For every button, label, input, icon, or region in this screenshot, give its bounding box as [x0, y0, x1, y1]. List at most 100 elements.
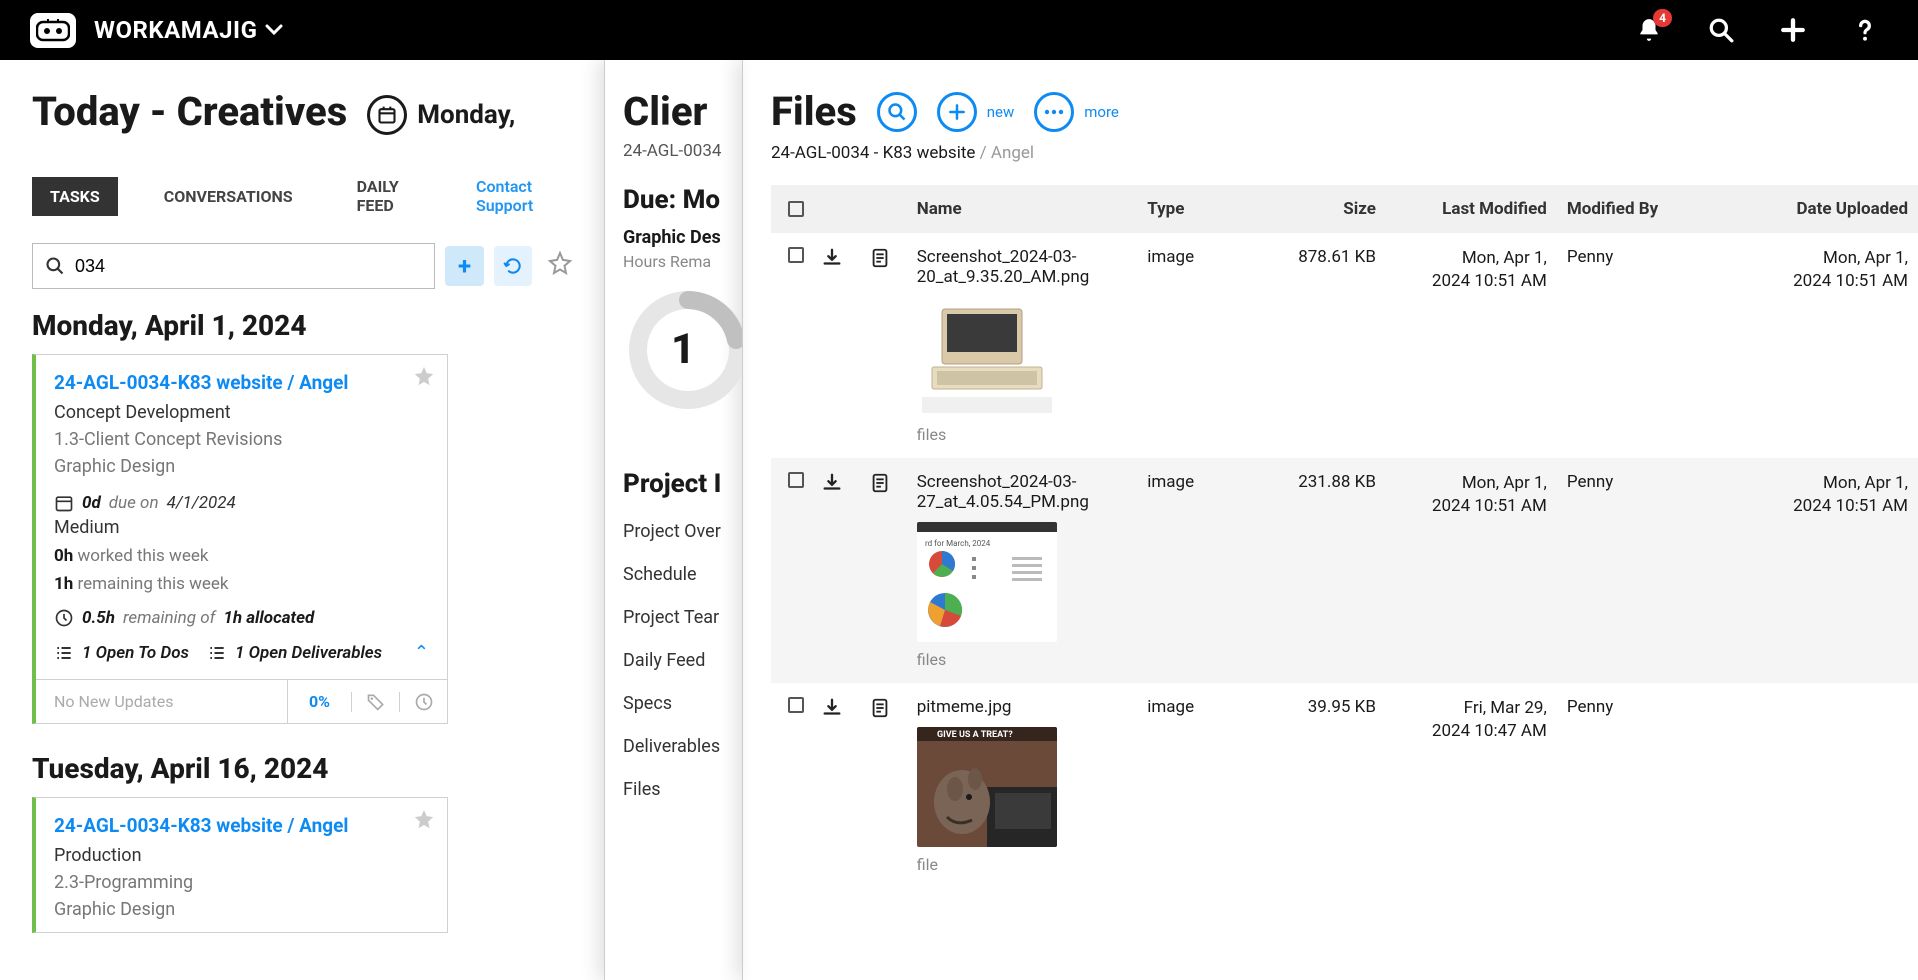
alloc-total: 1h allocated [223, 608, 314, 628]
task-card[interactable]: 24-AGL-0034-K83 website / Angel Concept … [32, 354, 448, 724]
download-icon[interactable] [821, 472, 869, 669]
col-date-uploaded[interactable]: Date Uploaded [1751, 199, 1918, 219]
nav-project-team[interactable]: Project Tear [623, 607, 742, 628]
nav-deliverables[interactable]: Deliverables [623, 736, 742, 757]
task-search-box[interactable] [32, 243, 435, 289]
tab-daily-feed[interactable]: DAILY FEED [339, 167, 430, 225]
download-icon[interactable] [821, 247, 869, 444]
notifications-icon[interactable]: 4 [1636, 17, 1662, 43]
calendar-icon[interactable] [367, 95, 407, 135]
tab-contact-support[interactable]: Contact Support [458, 167, 572, 225]
file-size: 878.61 KB [1267, 247, 1392, 444]
files-more-button[interactable] [1034, 92, 1074, 132]
search-icon [45, 256, 65, 276]
tab-conversations[interactable]: CONVERSATIONS [146, 177, 311, 216]
nav-schedule[interactable]: Schedule [623, 564, 742, 585]
svg-text:GIVE US A TREAT?: GIVE US A TREAT? [937, 730, 1013, 740]
col-size[interactable]: Size [1267, 199, 1392, 219]
task-service: Graphic Design [54, 899, 429, 920]
col-name[interactable]: Name [917, 199, 1148, 219]
file-row[interactable]: Screenshot_2024-03-20_at_9.35.20_AM.png … [771, 233, 1918, 458]
list-icon [207, 643, 227, 663]
star-icon[interactable] [413, 808, 435, 836]
file-row[interactable]: pitmeme.jpg GIVE US A TREAT? [771, 683, 1918, 888]
row-checkbox[interactable] [788, 247, 804, 263]
col-type[interactable]: Type [1147, 199, 1267, 219]
remaining-label: remaining this week [78, 574, 229, 594]
tab-tasks[interactable]: TASKS [32, 177, 118, 216]
task-phase: Concept Development [54, 402, 429, 423]
document-icon[interactable] [869, 247, 917, 444]
task-project-link[interactable]: 24-AGL-0034-K83 website / Angel [54, 814, 429, 837]
file-folder: file [917, 855, 1148, 874]
file-modified-date: Fri, Mar 29, [1392, 697, 1547, 720]
brand-dropdown-icon[interactable] [265, 21, 283, 40]
task-service: Graphic Design [54, 456, 429, 477]
no-updates-label: No New Updates [36, 692, 287, 711]
project-service: Graphic Des [623, 227, 742, 248]
task-search-input[interactable] [75, 256, 422, 277]
row-checkbox[interactable] [788, 697, 804, 713]
star-icon[interactable] [413, 365, 435, 393]
file-uploaded-date: Mon, Apr 1, [1751, 472, 1908, 495]
file-row[interactable]: Screenshot_2024-03-27_at_4.05.54_PM.png … [771, 458, 1918, 683]
files-new-button[interactable] [937, 92, 977, 132]
download-icon[interactable] [821, 697, 869, 874]
file-modified-time: 2024 10:51 AM [1392, 495, 1547, 518]
nav-daily-feed[interactable]: Daily Feed [623, 650, 742, 671]
tasks-tabs: TASKS CONVERSATIONS DAILY FEED Contact S… [32, 167, 572, 225]
project-breadcrumb[interactable]: 24-AGL-0034 [623, 141, 742, 161]
file-thumbnail[interactable]: rd for March, 2024 [917, 522, 1057, 642]
file-name[interactable]: Screenshot_2024-03-27_at_4.05.54_PM.png [917, 472, 1148, 512]
file-modified-time: 2024 10:51 AM [1392, 270, 1547, 293]
crumb-user[interactable]: Angel [991, 143, 1034, 163]
alloc-mid: remaining of [123, 608, 215, 628]
brand-name[interactable]: WORKAMAJIG [94, 16, 257, 44]
files-search-button[interactable] [877, 92, 917, 132]
file-name[interactable]: pitmeme.jpg [917, 697, 1148, 717]
file-thumbnail[interactable]: GIVE US A TREAT? [917, 727, 1057, 847]
list-icon [54, 643, 74, 663]
project-panel: Clier 24-AGL-0034 Due: Mo Graphic Des Ho… [604, 60, 742, 980]
file-modified-by: Penny [1567, 247, 1751, 444]
open-todos[interactable]: 1 Open To Dos [82, 643, 189, 663]
files-breadcrumb[interactable]: 24-AGL-0034 - K83 website / Angel [771, 143, 1918, 163]
crumb-project[interactable]: 24-AGL-0034 - K83 website [771, 143, 975, 163]
file-thumbnail[interactable] [917, 297, 1057, 417]
task-card[interactable]: 24-AGL-0034-K83 website / Angel Producti… [32, 797, 448, 933]
document-icon[interactable] [869, 697, 917, 874]
select-all-checkbox[interactable] [788, 201, 804, 217]
open-deliverables[interactable]: 1 Open Deliverables [235, 643, 382, 663]
files-title: Files [771, 88, 857, 135]
help-icon[interactable] [1852, 17, 1878, 43]
nav-files[interactable]: Files [623, 779, 742, 800]
project-section-heading: Project I [623, 469, 742, 499]
add-icon[interactable] [1780, 17, 1806, 43]
file-modified-by: Penny [1567, 472, 1751, 669]
clock-icon[interactable] [399, 692, 447, 712]
file-type: image [1147, 247, 1267, 444]
task-project-link[interactable]: 24-AGL-0034-K83 website / Angel [54, 371, 429, 394]
files-more-label[interactable]: more [1084, 103, 1119, 121]
percent-complete[interactable]: 0% [287, 680, 351, 724]
app-logo[interactable] [30, 13, 76, 48]
files-new-label[interactable]: new [987, 103, 1015, 121]
collapse-icon[interactable]: ⌃ [414, 642, 429, 663]
search-icon[interactable] [1708, 17, 1734, 43]
nav-specs[interactable]: Specs [623, 693, 742, 714]
add-task-button[interactable]: + [445, 246, 483, 286]
col-modified-by[interactable]: Modified By [1567, 199, 1751, 219]
row-checkbox[interactable] [788, 472, 804, 488]
col-last-modified[interactable]: Last Modified [1392, 199, 1567, 219]
task-name: 1.3-Client Concept Revisions [54, 429, 429, 450]
document-icon[interactable] [869, 472, 917, 669]
table-header: Name Type Size Last Modified Modified By… [771, 185, 1918, 233]
tag-icon[interactable] [351, 692, 399, 712]
file-uploaded-time: 2024 10:51 AM [1751, 495, 1908, 518]
star-filter-icon[interactable] [548, 251, 572, 281]
file-name[interactable]: Screenshot_2024-03-20_at_9.35.20_AM.png [917, 247, 1148, 287]
nav-project-overview[interactable]: Project Over [623, 521, 742, 542]
task-name: 2.3-Programming [54, 872, 429, 893]
refresh-button[interactable] [494, 246, 532, 286]
hours-remaining-ring: 1 [623, 285, 742, 415]
